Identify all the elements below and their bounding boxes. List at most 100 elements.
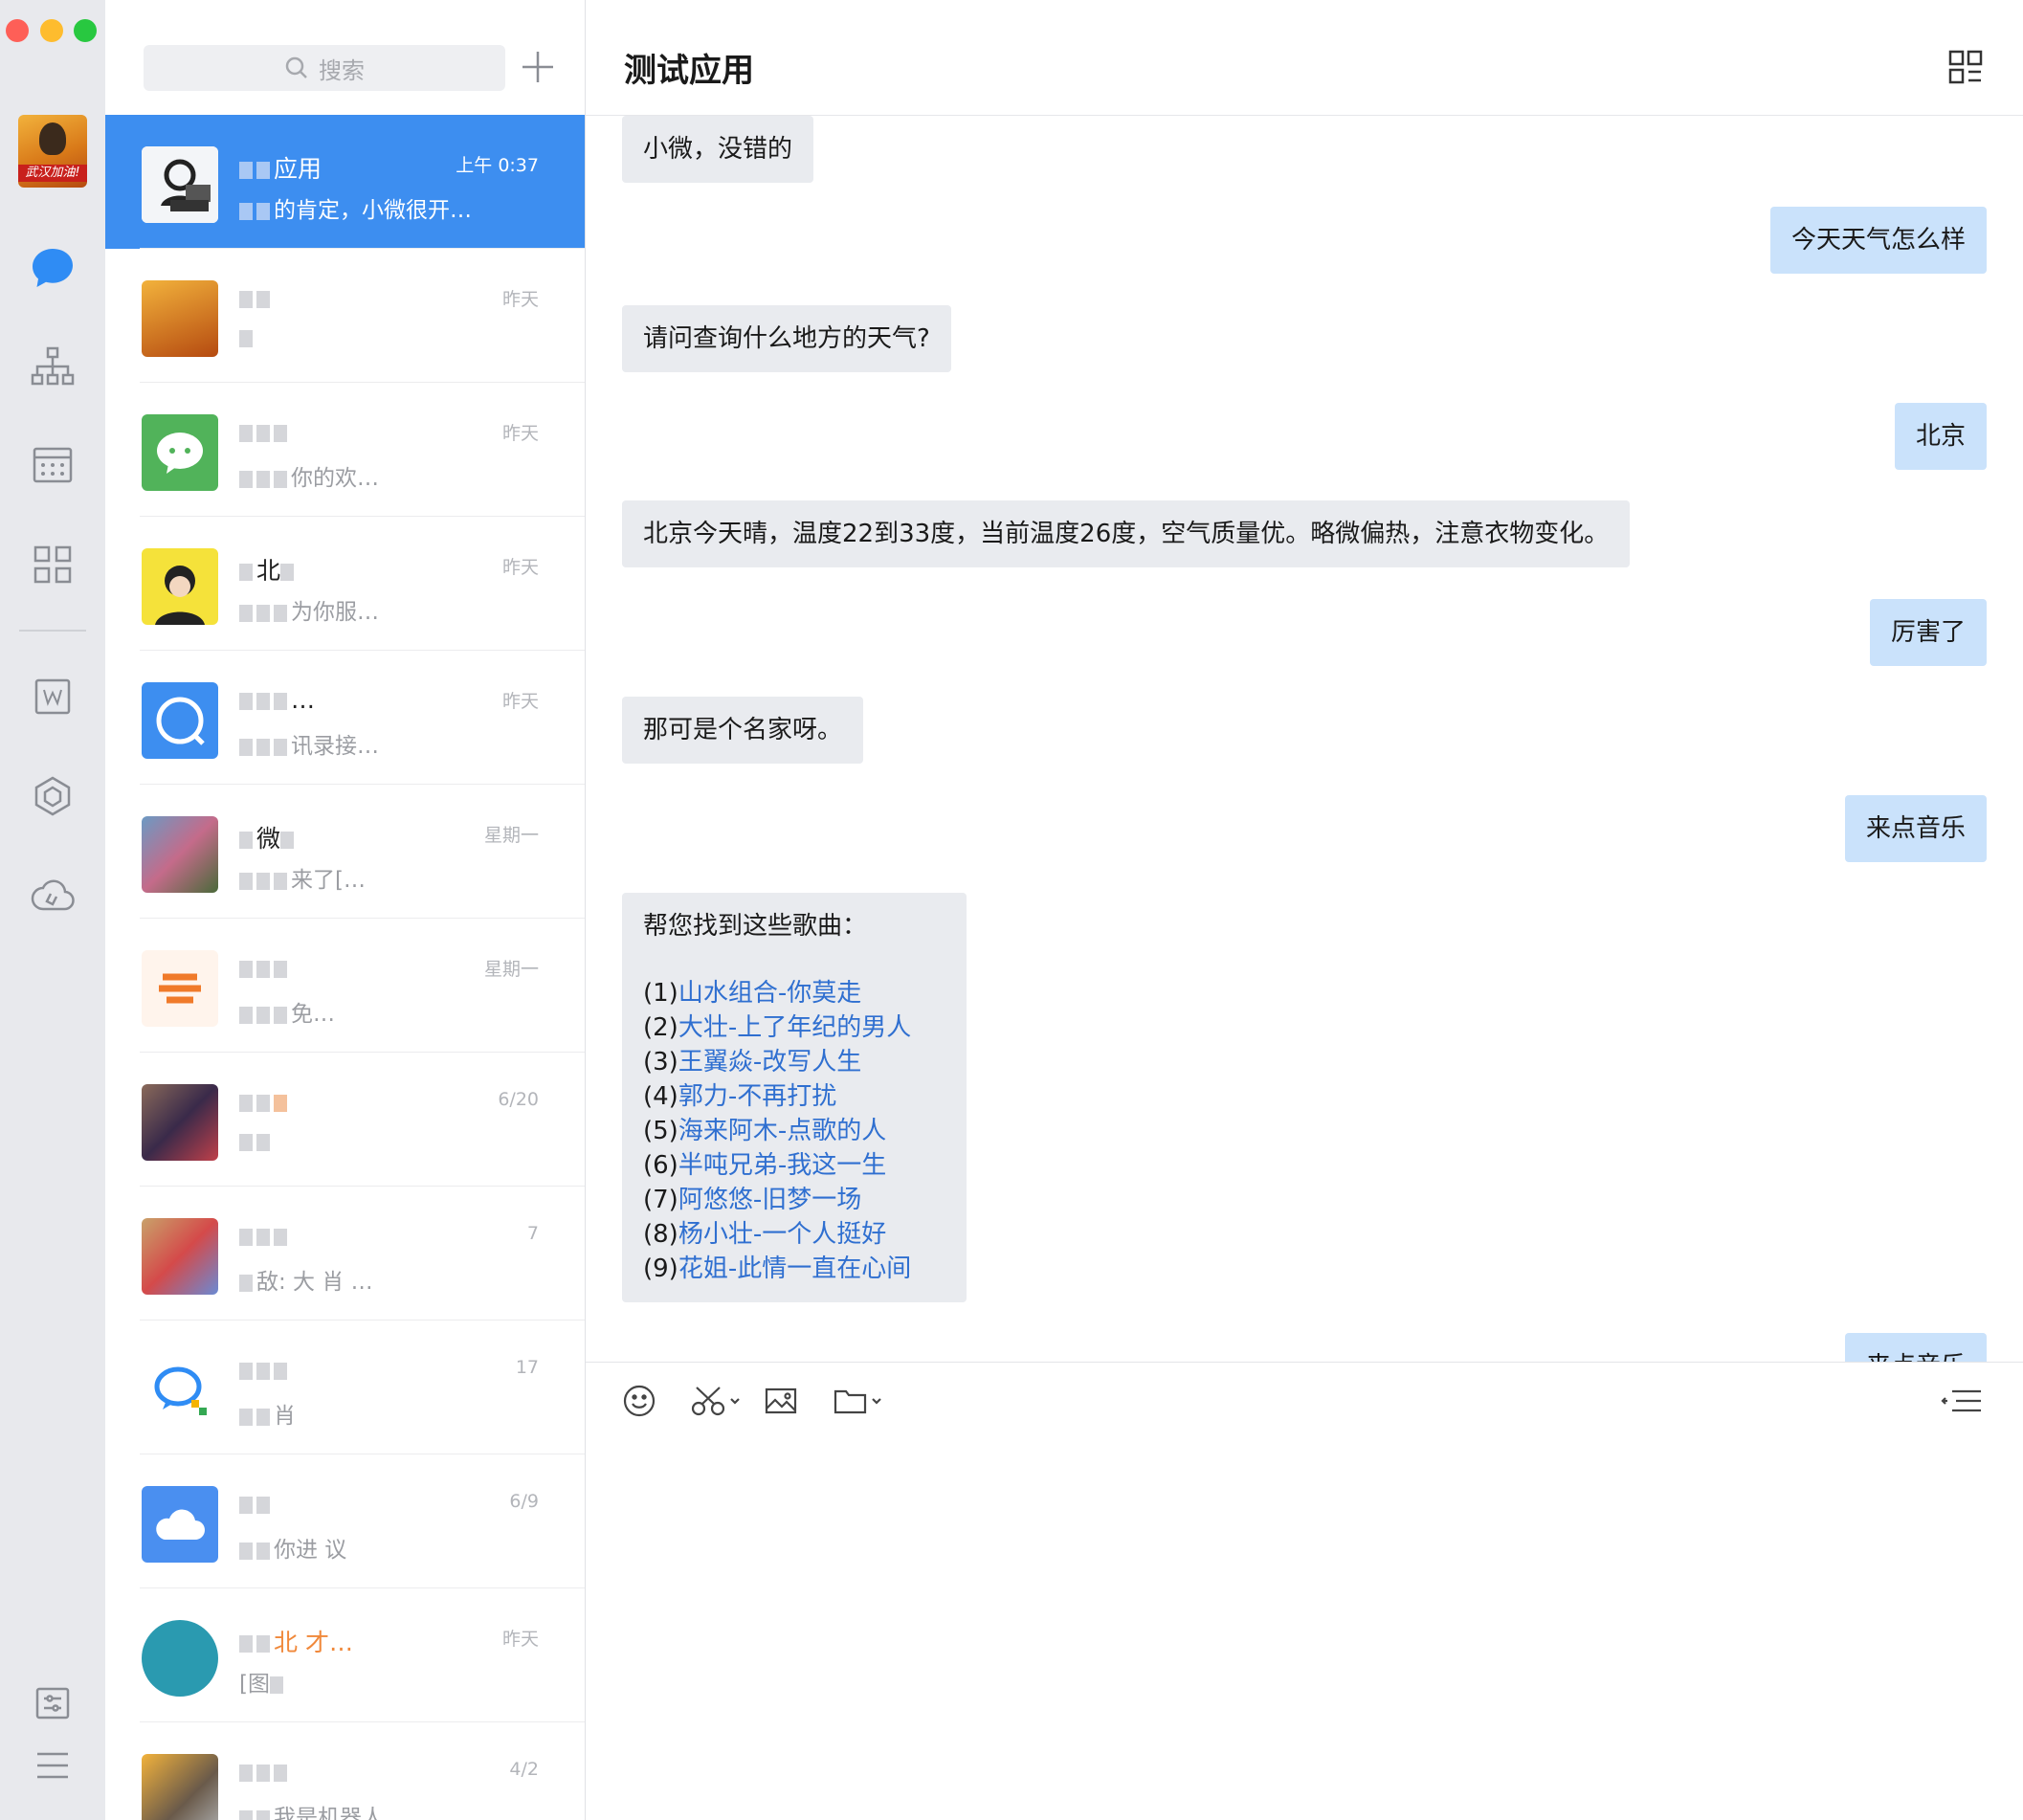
- conversation-avatar: [142, 280, 218, 357]
- conversation-preview: 免…: [239, 995, 526, 1028]
- song-line[interactable]: (6)半吨兄弟-我这一生: [643, 1148, 945, 1183]
- zoom-window-button[interactable]: [74, 19, 97, 42]
- cube-icon[interactable]: [26, 769, 79, 823]
- conversation-item[interactable]: 北 昨天 为你服…: [105, 517, 585, 651]
- app-window: 武汉加油! 搜索 应用 上午 0:37 的肯定，小微很开… 昨天 昨天 你的欢……: [0, 0, 2023, 1820]
- menu-icon[interactable]: [26, 1739, 79, 1792]
- conversation-time: 星期一: [483, 959, 539, 980]
- org-icon[interactable]: [26, 340, 79, 393]
- conversation-preview: 敌: 大 肖 …: [239, 1263, 526, 1296]
- minimize-window-button[interactable]: [40, 19, 63, 42]
- conversation-preview: 你进 议: [239, 1531, 526, 1564]
- close-window-button[interactable]: [6, 19, 29, 42]
- calendar-icon[interactable]: [26, 438, 79, 492]
- conversation-preview: [239, 325, 526, 350]
- conversation-item[interactable]: 4/2 我是机器人…: [105, 1722, 585, 1820]
- song-line[interactable]: (5)海来阿木-点歌的人: [643, 1114, 945, 1148]
- image-icon[interactable]: [764, 1376, 798, 1426]
- conversation-avatar: [142, 1486, 218, 1563]
- cloud-icon[interactable]: [26, 869, 79, 922]
- conversation-name: [239, 418, 459, 446]
- message-composer: [586, 1362, 2023, 1820]
- conversation-preview: [图: [239, 1665, 526, 1698]
- conversation-name: 应用: [239, 150, 459, 185]
- conversation-item[interactable]: 北 才… 昨天 [图: [105, 1588, 585, 1722]
- conversation-name: 微: [239, 820, 459, 855]
- apps-icon[interactable]: [26, 538, 79, 591]
- conversation-item[interactable]: 17 肖: [105, 1321, 585, 1454]
- scissors-icon[interactable]: [691, 1376, 743, 1426]
- conversation-item[interactable]: 微 星期一 来了[…: [105, 785, 585, 919]
- song-line[interactable]: (3)王翼焱-改写人生: [643, 1045, 945, 1079]
- conversation-preview: 讯录接…: [239, 727, 526, 760]
- conversation-item[interactable]: 7 敌: 大 肖 …: [105, 1187, 585, 1321]
- avatar-figure: [39, 122, 66, 155]
- song-line[interactable]: (1)山水组合-你莫走: [643, 976, 945, 1010]
- conversation-item[interactable]: 星期一 免…: [105, 919, 585, 1053]
- message-input[interactable]: [624, 1449, 1983, 1793]
- conversation-name: [239, 1490, 459, 1518]
- message-bubble: 北京今天晴，温度22到33度，当前温度26度，空气质量优。略微偏热，注意衣物变化…: [622, 500, 1631, 567]
- conversation-item[interactable]: … 昨天 讯录接…: [105, 651, 585, 785]
- plus-icon[interactable]: [517, 46, 559, 88]
- message-bubble: 北京: [1894, 403, 1987, 470]
- doc-icon[interactable]: [26, 670, 79, 723]
- conversation-time: 昨天: [501, 691, 539, 712]
- conversation-time: 昨天: [501, 289, 539, 310]
- conversation-avatar: [142, 950, 218, 1027]
- my-avatar[interactable]: 武汉加油!: [18, 115, 87, 188]
- conversation-time: 昨天: [501, 557, 539, 578]
- conversation-name: [239, 1758, 459, 1786]
- conversation-name: [239, 1356, 459, 1384]
- conversation-avatar: [142, 146, 218, 223]
- conversation-name: [239, 1222, 459, 1250]
- conversation-preview: [239, 1129, 526, 1154]
- settings-icon[interactable]: [26, 1676, 79, 1730]
- message-list: 小微，没错的 今天天气怎么样 请问查询什么地方的天气? 北京 北京今天晴，温度2…: [586, 116, 2023, 1362]
- conversation-time: 7: [526, 1223, 539, 1244]
- grid-icon[interactable]: [1948, 50, 1983, 88]
- conversation-preview: 来了[…: [239, 861, 526, 894]
- message-bubble: 今天天气怎么样: [1769, 207, 1987, 274]
- conversation-preview: 为你服…: [239, 593, 526, 626]
- conversation-item[interactable]: 应用 上午 0:37 的肯定，小微很开…: [105, 115, 585, 249]
- conversation-name: [239, 1088, 459, 1116]
- conversation-time: 星期一: [483, 825, 539, 846]
- left-rail: 武汉加油!: [0, 0, 106, 1820]
- conversation-item[interactable]: 昨天 你的欢…: [105, 383, 585, 517]
- conversation-avatar: [142, 548, 218, 625]
- message-bubble: 来点音乐: [1844, 795, 1987, 862]
- conversation-time: 6/9: [509, 1491, 539, 1512]
- emoji-icon[interactable]: [622, 1376, 656, 1426]
- music-intro: 帮您找到这些歌曲：: [643, 912, 868, 941]
- conversation-time: 昨天: [501, 1629, 539, 1650]
- chat-icon[interactable]: [26, 241, 79, 295]
- send-mode-icon[interactable]: [1939, 1376, 1985, 1426]
- search-icon: [285, 56, 307, 78]
- message-bubble: 那可是个名家呀。: [622, 697, 864, 764]
- conversation-avatar: [142, 1218, 218, 1295]
- conversation-avatar: [142, 414, 218, 491]
- song-line[interactable]: (4)郭力-不再打扰: [643, 1079, 945, 1114]
- song-line[interactable]: (8)杨小壮-一个人挺好: [643, 1217, 945, 1252]
- conversation-preview: 我是机器人…: [239, 1799, 526, 1820]
- search-box[interactable]: 搜索: [144, 45, 505, 91]
- conversation-item[interactable]: 6/20: [105, 1053, 585, 1187]
- conversation-time: 6/20: [498, 1089, 539, 1110]
- conversation-avatar: [142, 682, 218, 759]
- conversation-item[interactable]: 6/9 你进 议: [105, 1454, 585, 1588]
- song-line[interactable]: (2)大壮-上了年纪的男人: [643, 1010, 945, 1045]
- conversation-item[interactable]: 昨天: [105, 249, 585, 383]
- chat-title: 测试应用: [624, 52, 754, 90]
- song-line[interactable]: (9)花姐-此情一直在心间: [643, 1252, 945, 1286]
- conversation-avatar: [142, 1620, 218, 1697]
- message-bubble: 来点音乐: [1844, 1333, 1987, 1362]
- music-result-bubble: 帮您找到这些歌曲： (1)山水组合-你莫走 (2)大壮-上了年纪的男人 (3)王…: [622, 893, 967, 1302]
- folder-icon[interactable]: [833, 1376, 884, 1426]
- conversation-avatar: [142, 1084, 218, 1161]
- rail-divider: [19, 630, 86, 632]
- conversation-name: …: [239, 686, 459, 714]
- message-bubble: 厉害了: [1869, 599, 1987, 666]
- conversation-avatar: [142, 1754, 218, 1820]
- song-line[interactable]: (7)阿悠悠-旧梦一场: [643, 1183, 945, 1217]
